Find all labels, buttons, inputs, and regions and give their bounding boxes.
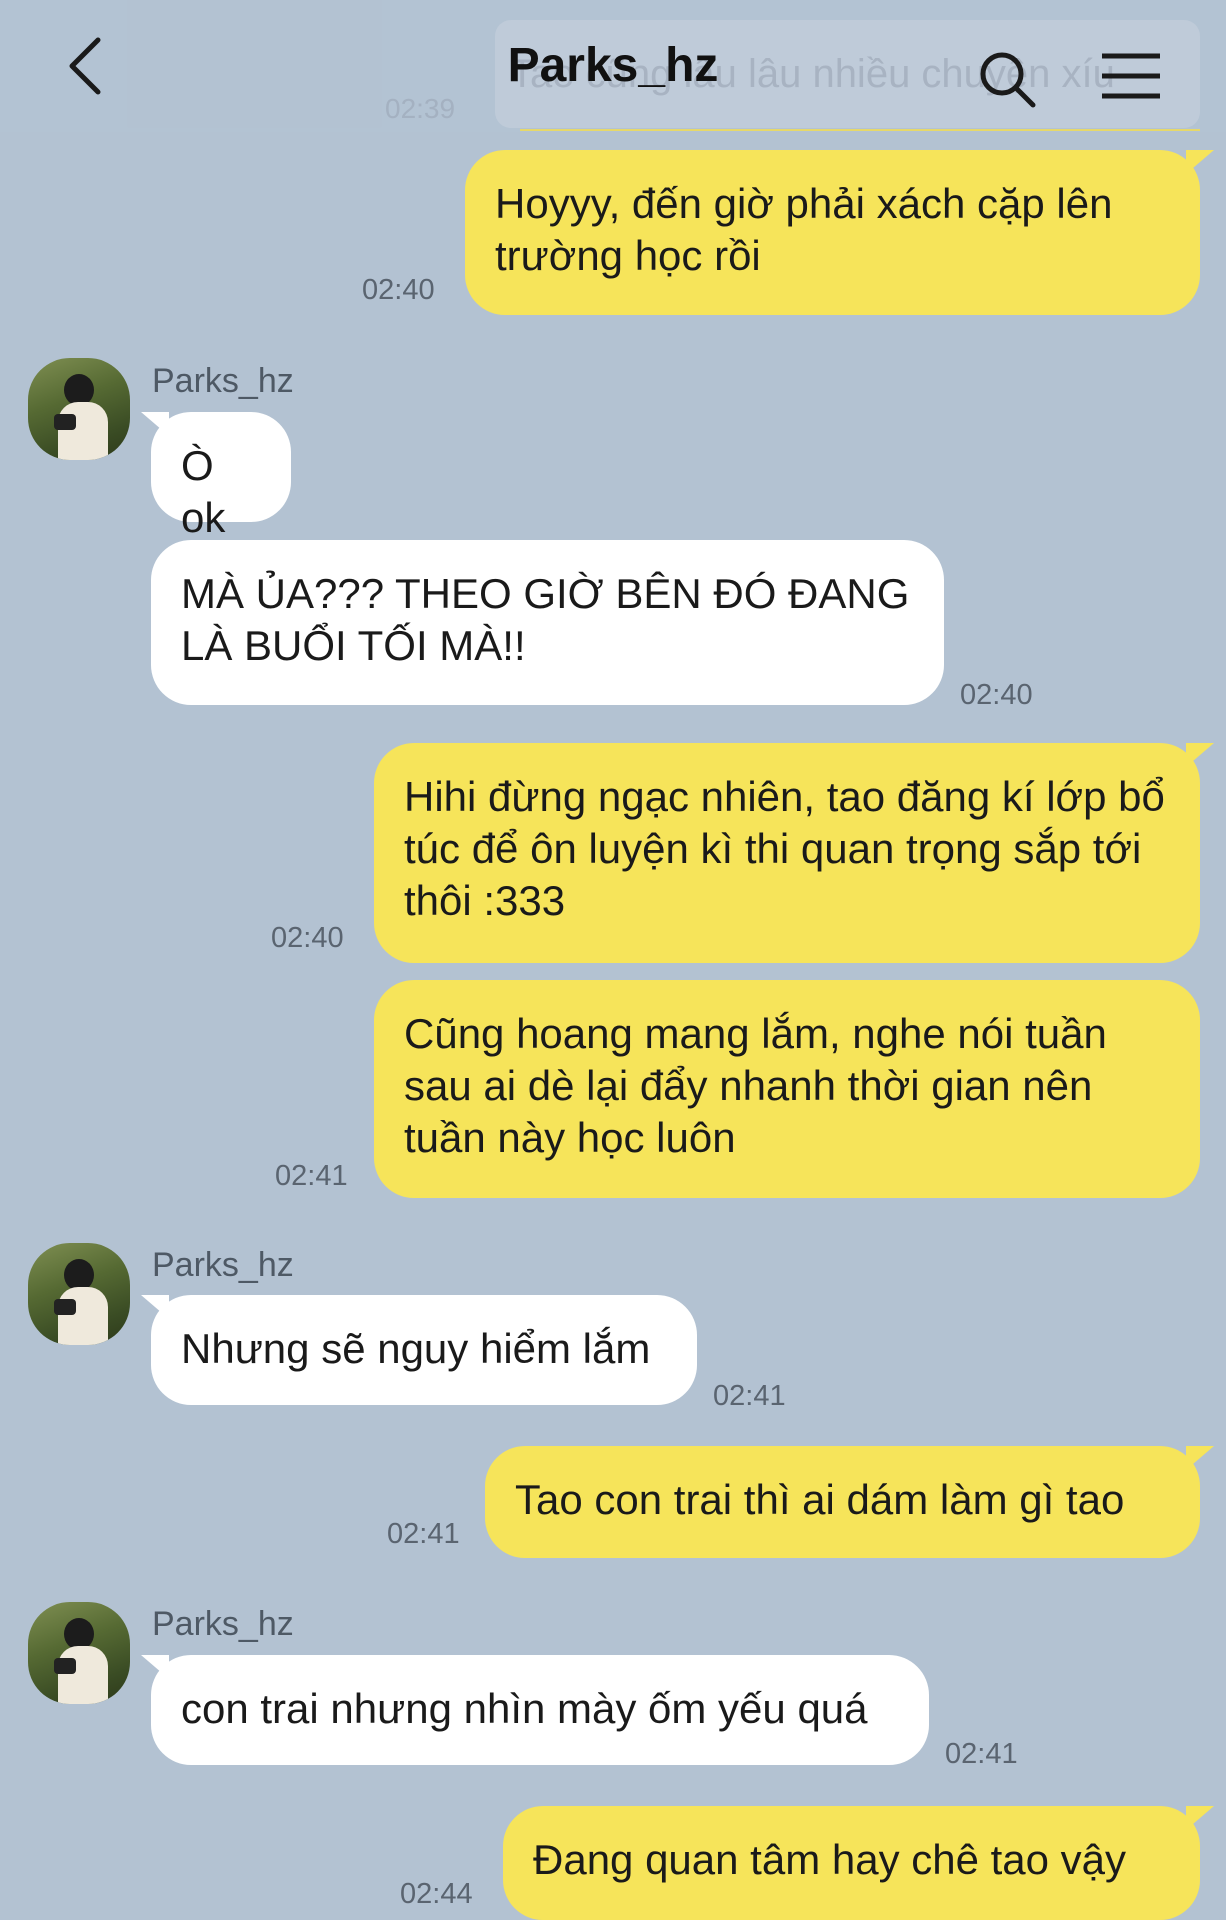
message-bubble-sent[interactable]: Hihi đừng ngạc nhiên, tao đăng kí lớp bổ… <box>374 743 1200 963</box>
message-time: 02:41 <box>713 1380 786 1412</box>
contact-avatar[interactable] <box>28 1243 130 1345</box>
message-bubble-sent[interactable]: Đang quan tâm hay chê tao vậy <box>503 1806 1200 1920</box>
message-bubble-sent[interactable]: Hoyyy, đến giờ phải xách cặp lên trường … <box>465 150 1200 315</box>
message-bubble-sent[interactable]: Cũng hoang mang lắm, nghe nói tuần sau a… <box>374 980 1200 1198</box>
pinned-divider <box>520 129 1200 131</box>
chat-header: Tao cũng lâu lâu nhiều chuyện xíu 02:39 … <box>0 0 1226 132</box>
sender-name: Parks_hz <box>152 1246 294 1284</box>
search-button[interactable] <box>978 50 1038 110</box>
message-time: 02:40 <box>271 922 344 954</box>
message-time: 02:40 <box>362 274 435 306</box>
bubble-tail <box>1186 1446 1214 1470</box>
message-bubble-received[interactable]: Nhưng sẽ nguy hiểm lắm <box>151 1295 697 1405</box>
bubble-tail <box>1186 1806 1214 1830</box>
bubble-tail <box>1186 743 1214 767</box>
message-time: 02:40 <box>960 679 1033 711</box>
search-icon <box>980 52 1036 108</box>
message-time: 02:41 <box>945 1738 1018 1770</box>
menu-button[interactable] <box>1100 52 1162 100</box>
chat-title: Parks_hz <box>507 39 719 92</box>
message-bubble-received[interactable]: MÀ ỦA??? THEO GIỜ BÊN ĐÓ ĐANG LÀ BUỔI TỐ… <box>151 540 944 705</box>
message-time: 02:41 <box>275 1160 348 1192</box>
message-bubble-received[interactable]: Ò ok <box>151 412 291 541</box>
message-bubble-received[interactable]: con trai nhưng nhìn mày ốm yếu quá <box>151 1655 929 1765</box>
contact-avatar[interactable] <box>28 358 130 460</box>
hamburger-menu-icon <box>1102 53 1160 99</box>
message-time: 02:41 <box>387 1518 460 1550</box>
message-bubble-sent[interactable]: Tao con trai thì ai dám làm gì tao <box>485 1446 1200 1558</box>
contact-avatar[interactable] <box>28 1602 130 1704</box>
message-time: 02:44 <box>400 1878 473 1910</box>
bubble-tail <box>1186 150 1214 174</box>
sender-name: Parks_hz <box>152 1605 294 1643</box>
pinned-message-time: 02:39 <box>385 93 456 124</box>
sender-name: Parks_hz <box>152 362 294 400</box>
